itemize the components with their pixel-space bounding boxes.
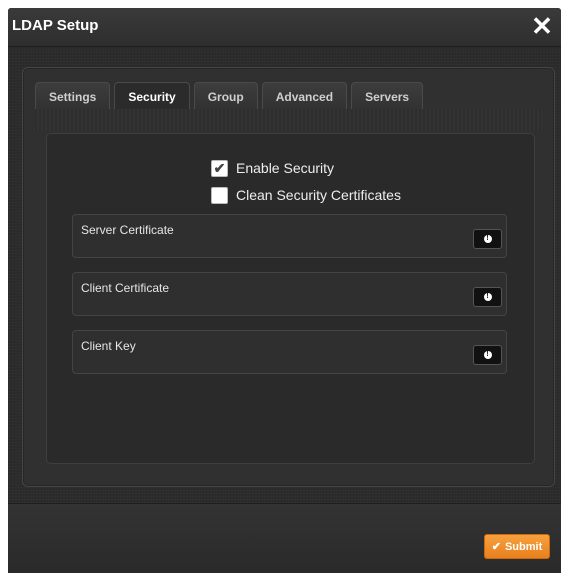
clean-certificates-row[interactable]: Clean Security Certificates xyxy=(211,185,401,205)
security-panel: ✔ Enable Security Clean Security Certifi… xyxy=(46,133,535,464)
tab-advanced[interactable]: Advanced xyxy=(261,82,348,110)
dialog-title: LDAP Setup xyxy=(12,17,99,34)
clean-certificates-label: Clean Security Certificates xyxy=(236,187,401,203)
info-icon: ! xyxy=(483,351,492,359)
client-certificate-label: Client Certificate xyxy=(81,281,170,295)
tab-security[interactable]: Security xyxy=(114,82,190,110)
title-bar: LDAP Setup ✕ xyxy=(8,8,561,47)
enable-security-label: Enable Security xyxy=(236,160,335,176)
tab-settings[interactable]: Settings xyxy=(35,82,111,110)
tab-strip xyxy=(35,109,542,131)
client-key-info-button[interactable]: ! xyxy=(473,345,502,365)
submit-button[interactable]: ✔ Submit xyxy=(484,534,550,559)
clean-certificates-checkbox[interactable] xyxy=(211,186,228,204)
tab-servers[interactable]: Servers xyxy=(351,82,424,110)
info-icon: ! xyxy=(483,293,492,301)
submit-label: Submit xyxy=(504,540,543,553)
server-certificate-info-button[interactable]: ! xyxy=(473,229,502,249)
client-key-label: Client Key xyxy=(81,339,136,353)
server-certificate-field: Server Certificate ! xyxy=(72,214,507,258)
ldap-setup-dialog: LDAP Setup ✕ Settings Security Group Adv… xyxy=(8,8,561,573)
dialog-body: Settings Security Group Advanced Servers… xyxy=(8,47,561,503)
check-icon: ✔ xyxy=(213,160,226,176)
close-icon: ✕ xyxy=(531,11,553,41)
client-certificate-field: Client Certificate ! xyxy=(72,272,507,316)
server-certificate-label: Server Certificate xyxy=(81,223,174,237)
dialog-footer: ✔ Submit xyxy=(8,503,561,573)
check-icon: ✔ xyxy=(491,541,501,553)
enable-security-row[interactable]: ✔ Enable Security xyxy=(211,158,334,178)
client-key-field: Client Key ! xyxy=(72,330,507,374)
tab-container: Settings Security Group Advanced Servers… xyxy=(22,67,555,487)
close-button[interactable]: ✕ xyxy=(529,11,555,41)
enable-security-checkbox[interactable]: ✔ xyxy=(211,159,228,177)
info-icon: ! xyxy=(483,235,492,243)
client-certificate-info-button[interactable]: ! xyxy=(473,287,502,307)
tab-bar: Settings Security Group Advanced Servers xyxy=(35,82,424,110)
tab-group[interactable]: Group xyxy=(193,82,258,110)
